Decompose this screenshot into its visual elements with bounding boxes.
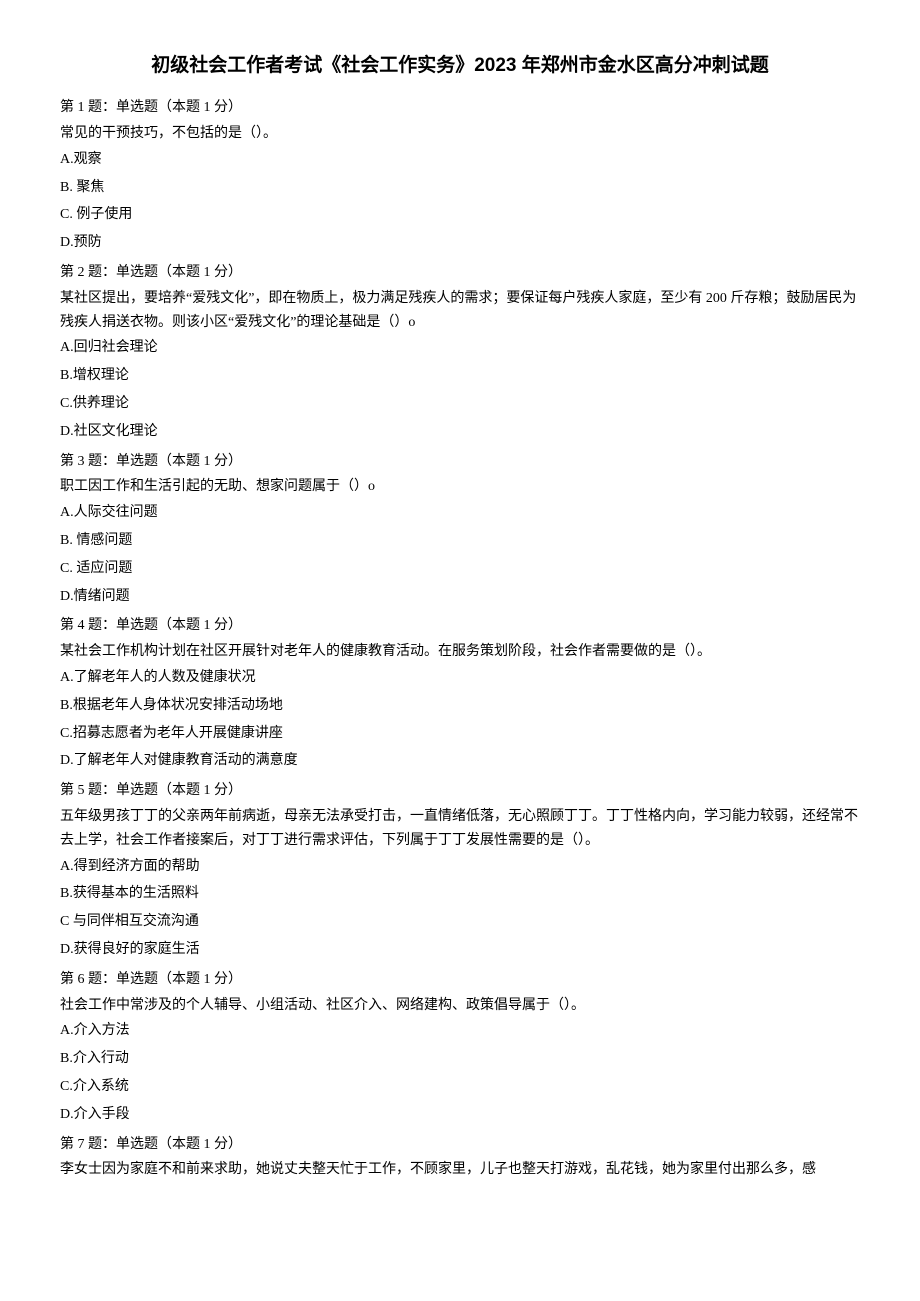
question-7: 第 7 题：单选题（本题 1 分） 李女士因为家庭不和前来求助，她说丈夫整天忙于…	[60, 1133, 860, 1183]
question-stem: 职工因工作和生活引起的无助、想家问题属于（）o	[60, 475, 860, 499]
option-b: B.获得基本的生活照料	[60, 882, 860, 906]
question-header: 第 4 题：单选题（本题 1 分）	[60, 614, 860, 638]
option-a: A.介入方法	[60, 1019, 860, 1043]
option-a: A.得到经济方面的帮助	[60, 855, 860, 879]
option-a: A.了解老年人的人数及健康状况	[60, 666, 860, 690]
question-stem: 五年级男孩丁丁的父亲两年前病逝，母亲无法承受打击，一直情绪低落，无心照顾丁丁。丁…	[60, 805, 860, 853]
option-c: C.介入系统	[60, 1075, 860, 1099]
option-c: C.招募志愿者为老年人开展健康讲座	[60, 722, 860, 746]
question-1: 第 1 题：单选题（本题 1 分） 常见的干预技巧，不包括的是（）。 A.观察 …	[60, 96, 860, 255]
question-4: 第 4 题：单选题（本题 1 分） 某社会工作机构计划在社区开展针对老年人的健康…	[60, 614, 860, 773]
question-header: 第 7 题：单选题（本题 1 分）	[60, 1133, 860, 1157]
option-d: D.预防	[60, 231, 860, 255]
option-a: A.回归社会理论	[60, 336, 860, 360]
document-title: 初级社会工作者考试《社会工作实务》2023 年郑州市金水区高分冲刺试题	[60, 50, 860, 82]
question-header: 第 3 题：单选题（本题 1 分）	[60, 450, 860, 474]
option-c: C. 例子使用	[60, 203, 860, 227]
option-b: B.介入行动	[60, 1047, 860, 1071]
question-stem: 常见的干预技巧，不包括的是（）。	[60, 122, 860, 146]
question-2: 第 2 题：单选题（本题 1 分） 某社区提出，要培养“爱残文化”，即在物质上，…	[60, 261, 860, 444]
option-a: A.观察	[60, 148, 860, 172]
option-c: C.供养理论	[60, 392, 860, 416]
option-b: B. 情感问题	[60, 529, 860, 553]
option-b: B.根据老年人身体状况安排活动场地	[60, 694, 860, 718]
option-c: C. 适应问题	[60, 557, 860, 581]
option-a: A.人际交往问题	[60, 501, 860, 525]
question-header: 第 6 题：单选题（本题 1 分）	[60, 968, 860, 992]
option-d: D.获得良好的家庭生活	[60, 938, 860, 962]
question-6: 第 6 题：单选题（本题 1 分） 社会工作中常涉及的个人辅导、小组活动、社区介…	[60, 968, 860, 1127]
option-d: D.社区文化理论	[60, 420, 860, 444]
question-header: 第 2 题：单选题（本题 1 分）	[60, 261, 860, 285]
option-d: D.了解老年人对健康教育活动的满意度	[60, 749, 860, 773]
option-d: D.介入手段	[60, 1103, 860, 1127]
option-c: C 与同伴相互交流沟通	[60, 910, 860, 934]
question-3: 第 3 题：单选题（本题 1 分） 职工因工作和生活引起的无助、想家问题属于（）…	[60, 450, 860, 609]
question-stem: 社会工作中常涉及的个人辅导、小组活动、社区介入、网络建构、政策倡导属于（）。	[60, 994, 860, 1018]
question-stem: 李女士因为家庭不和前来求助，她说丈夫整天忙于工作，不顾家里，儿子也整天打游戏，乱…	[60, 1158, 860, 1182]
option-b: B. 聚焦	[60, 176, 860, 200]
option-b: B.增权理论	[60, 364, 860, 388]
question-stem: 某社会工作机构计划在社区开展针对老年人的健康教育活动。在服务策划阶段，社会作者需…	[60, 640, 860, 664]
option-d: D.情绪问题	[60, 585, 860, 609]
question-header: 第 1 题：单选题（本题 1 分）	[60, 96, 860, 120]
question-stem: 某社区提出，要培养“爱残文化”，即在物质上，极力满足残疾人的需求；要保证每户残疾…	[60, 287, 860, 335]
question-header: 第 5 题：单选题（本题 1 分）	[60, 779, 860, 803]
question-5: 第 5 题：单选题（本题 1 分） 五年级男孩丁丁的父亲两年前病逝，母亲无法承受…	[60, 779, 860, 962]
